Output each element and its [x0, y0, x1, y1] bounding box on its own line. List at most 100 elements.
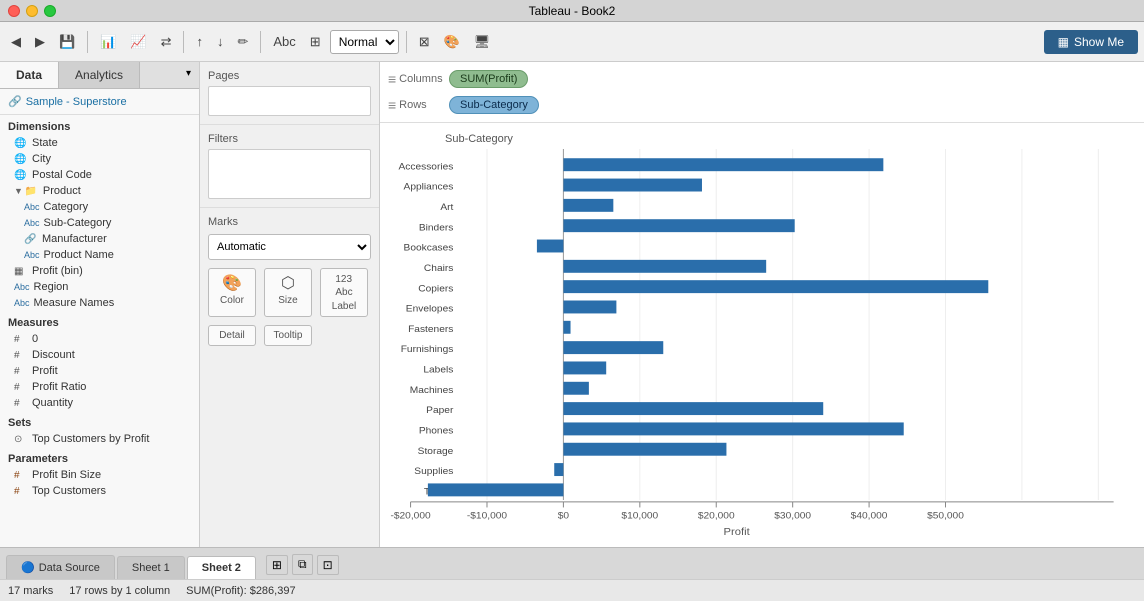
new-data-source-button[interactable]: 📊	[95, 31, 121, 53]
svg-text:$20,000: $20,000	[698, 511, 735, 521]
data-source-tab[interactable]: 🔵 Data Source	[6, 555, 115, 579]
tooltip-button[interactable]: 🖥	[469, 31, 496, 53]
hash-icon: #	[14, 382, 28, 393]
field-postal-code[interactable]: 🌐 Postal Code	[0, 167, 199, 183]
separator-3	[260, 31, 261, 53]
duplicate-sheet-button[interactable]: ⧉	[292, 554, 313, 575]
field-category[interactable]: Abc Category	[0, 199, 199, 215]
field-profit-ratio[interactable]: # Profit Ratio	[0, 379, 199, 395]
hash-icon: #	[14, 350, 28, 361]
tooltip-button[interactable]: Tooltip	[264, 325, 312, 346]
marks-type-select[interactable]: Automatic	[208, 234, 371, 260]
field-discount[interactable]: # Discount	[0, 347, 199, 363]
columns-pill[interactable]: SUM(Profit)	[449, 70, 528, 88]
color-button[interactable]: 🎨	[439, 31, 465, 53]
main-layout: Data Analytics ▾ 🔗 Sample - Superstore D…	[0, 62, 1144, 547]
save-button[interactable]: 💾	[54, 31, 80, 53]
field-measure-names[interactable]: Abc Measure Names	[0, 295, 199, 311]
filters-drop-area[interactable]	[208, 149, 371, 199]
bar-chart-svg: Accessories Appliances Art Binders Bookc…	[380, 149, 1134, 537]
show-me-button[interactable]: ▦ Show Me	[1044, 30, 1138, 54]
svg-text:Storage: Storage	[418, 446, 454, 456]
field-quantity[interactable]: # Quantity	[0, 395, 199, 411]
marks-count: 17 marks	[8, 585, 53, 597]
svg-text:Machines: Machines	[410, 385, 454, 395]
swap-button[interactable]: ⇄	[156, 31, 177, 53]
separator-2	[183, 31, 184, 53]
panel-tab-arrow[interactable]: ▾	[178, 62, 199, 88]
parameters-title: Parameters	[0, 447, 199, 467]
title-bar: Tableau - Book2	[0, 0, 1144, 22]
marks-section: Marks Automatic 🎨 Color ⬡ Size 123Abc La…	[200, 208, 379, 354]
close-button[interactable]	[8, 5, 20, 17]
back-button[interactable]: ◀	[6, 31, 26, 53]
maximize-button[interactable]	[44, 5, 56, 17]
new-dashboard-button[interactable]: ⊡	[317, 555, 339, 575]
data-source-icon: 🔗	[8, 95, 22, 108]
data-source-label: 🔗 Sample - Superstore	[0, 89, 199, 115]
field-product-name[interactable]: Abc Product Name	[0, 247, 199, 263]
view-mode-select[interactable]: Normal	[330, 30, 399, 54]
field-label: Profit	[32, 365, 58, 377]
hash-icon: #	[14, 470, 28, 481]
sort-asc-button[interactable]: ↑	[191, 31, 208, 52]
forward-button[interactable]: ▶	[30, 31, 50, 53]
chart-type-button[interactable]: 📈	[125, 31, 151, 53]
status-bar: 17 marks 17 rows by 1 column SUM(Profit)…	[0, 579, 1144, 601]
field-state[interactable]: 🌐 State	[0, 135, 199, 151]
analytics-tab[interactable]: Analytics	[59, 62, 140, 88]
minimize-button[interactable]	[26, 5, 38, 17]
field-region[interactable]: Abc Region	[0, 279, 199, 295]
field-profit[interactable]: # Profit	[0, 363, 199, 379]
sort-desc-button[interactable]: ↓	[212, 31, 229, 52]
size-button[interactable]: ⬡ Size	[264, 268, 312, 317]
rows-label: ≡ Rows	[388, 97, 443, 113]
left-panel: Data Analytics ▾ 🔗 Sample - Superstore D…	[0, 62, 200, 547]
color-button[interactable]: 🎨 Color	[208, 268, 256, 317]
columns-shelf: ≡ Columns SUM(Profit)	[388, 66, 1136, 92]
data-source-name[interactable]: Sample - Superstore	[26, 96, 127, 108]
field-label: Profit Bin Size	[32, 469, 101, 481]
link-icon: 🔗	[24, 234, 38, 245]
svg-text:Envelopes: Envelopes	[406, 304, 454, 314]
svg-text:Accessories: Accessories	[398, 162, 453, 172]
field-label: Sub-Category	[44, 217, 112, 229]
field-top-customers-param[interactable]: # Top Customers	[0, 483, 199, 499]
pages-shelf: Pages	[200, 62, 379, 125]
field-label: City	[32, 153, 51, 165]
abc-icon: Abc	[24, 202, 40, 212]
sheet1-tab[interactable]: Sheet 1	[117, 556, 185, 579]
field-profit-bin-size[interactable]: # Profit Bin Size	[0, 467, 199, 483]
sheet2-tab[interactable]: Sheet 2	[187, 556, 256, 579]
field-label: Discount	[32, 349, 75, 361]
field-manufacturer[interactable]: 🔗 Manufacturer	[0, 231, 199, 247]
data-tab[interactable]: Data	[0, 62, 59, 88]
rows-pill[interactable]: Sub-Category	[449, 96, 539, 114]
field-label: 0	[32, 333, 38, 345]
show-me-label: Show Me	[1074, 35, 1124, 49]
label-button[interactable]: 123Abc Label	[320, 268, 368, 317]
pages-drop-area[interactable]	[208, 86, 371, 116]
field-city[interactable]: 🌐 City	[0, 151, 199, 167]
field-profit-bin[interactable]: ▦ Profit (bin)	[0, 263, 199, 279]
fit-button[interactable]: ⊠	[414, 31, 435, 53]
field-top-customers[interactable]: ⊙ Top Customers by Profit	[0, 431, 199, 447]
highlight-button[interactable]: ✏	[232, 31, 253, 53]
view-size-button[interactable]: ⊞	[305, 31, 326, 53]
field-0[interactable]: # 0	[0, 331, 199, 347]
svg-text:Chairs: Chairs	[424, 263, 454, 273]
detail-button[interactable]: Detail	[208, 325, 256, 346]
tooltip-label: Tooltip	[274, 330, 303, 341]
svg-text:Binders: Binders	[419, 223, 454, 233]
svg-text:Furnishings: Furnishings	[401, 345, 454, 355]
new-sheet-button[interactable]: ⊞	[266, 555, 288, 575]
svg-text:Fasteners: Fasteners	[408, 324, 453, 334]
field-label: Region	[34, 281, 69, 293]
label-button[interactable]: Abc	[268, 31, 300, 52]
geo-icon: 🌐	[14, 154, 28, 165]
sheet1-label: Sheet 1	[132, 562, 170, 574]
svg-text:Copiers: Copiers	[418, 284, 453, 294]
field-sub-category[interactable]: Abc Sub-Category	[0, 215, 199, 231]
show-me-icon: ▦	[1058, 35, 1069, 49]
field-product-folder[interactable]: ▼ 📁 Product	[0, 183, 199, 199]
